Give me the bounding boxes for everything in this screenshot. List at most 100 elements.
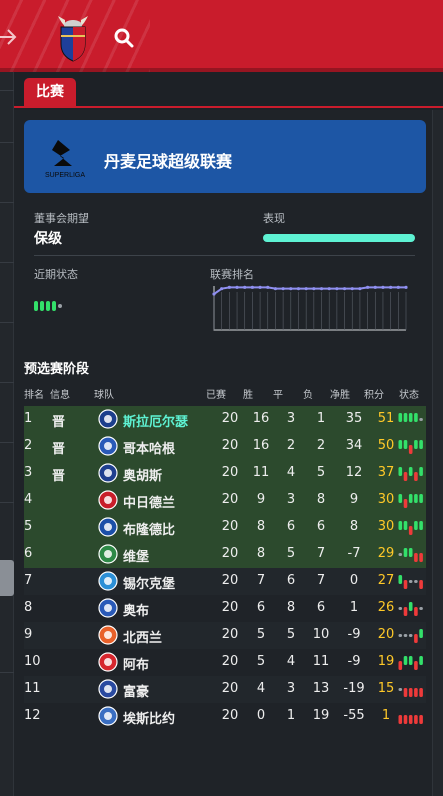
cell-rank: 4 (24, 492, 33, 507)
form-D (419, 607, 423, 610)
form-W (408, 494, 413, 503)
table-row[interactable]: 12 埃斯比约 20 0 1 19 -55 1 (24, 703, 426, 730)
team-form-indicator (398, 602, 423, 616)
tab-bar: 比赛 (14, 72, 443, 108)
table-row[interactable]: 10 阿布 20 5 4 11 -9 19 (24, 649, 426, 676)
form-W (398, 494, 403, 503)
league-card[interactable]: SUPERLIGA 丹麦足球超级联赛 (24, 120, 426, 193)
cell-drawn: 5 (286, 627, 296, 642)
rank-chart-axis (213, 286, 406, 331)
team-form-indicator (398, 413, 423, 422)
cell-team[interactable]: 斯拉厄尔瑟 (123, 411, 188, 430)
performance-bar (263, 234, 415, 242)
cell-team[interactable]: 奥胡斯 (123, 465, 162, 484)
cell-points: 37 (377, 465, 395, 480)
arrow-right-icon[interactable] (0, 24, 20, 50)
team-badge-icon (98, 598, 118, 618)
form-W (408, 467, 413, 476)
cell-team[interactable]: 锡尔克堡 (123, 573, 175, 592)
cell-lost: 6 (316, 600, 326, 615)
cell-gd: -19 (343, 681, 365, 696)
nav-divider (0, 672, 14, 673)
table-row[interactable]: 3 晋 奥胡斯 20 11 4 5 12 37 (24, 460, 426, 487)
cell-played: 20 (221, 438, 239, 453)
team-badge-icon (98, 652, 118, 672)
cell-drawn: 4 (286, 465, 296, 480)
form-W (403, 656, 408, 665)
performance-label: 表现 (263, 212, 285, 225)
form-W (414, 521, 418, 530)
form-L (398, 661, 403, 670)
cell-team[interactable]: 北西兰 (123, 627, 162, 646)
rank-chart-point (250, 285, 254, 289)
table-row[interactable]: 11 富豪 20 4 3 13 -19 15 (24, 676, 426, 703)
table-row[interactable]: 1 晋 斯拉厄尔瑟 20 16 3 1 35 51 (24, 406, 426, 433)
cell-team[interactable]: 布隆德比 (123, 519, 175, 538)
scroll-track[interactable] (432, 110, 443, 796)
team-form-indicator (398, 467, 423, 481)
divider (34, 255, 415, 256)
cell-points: 19 (377, 654, 395, 669)
league-rank-label: 联赛排名 (210, 268, 254, 281)
league-rank-chart (212, 285, 408, 331)
cell-played: 20 (221, 600, 239, 615)
form-W (403, 521, 408, 530)
cell-team[interactable]: 奥布 (123, 600, 149, 619)
cell-drawn: 6 (286, 519, 296, 534)
rank-chart-point (243, 285, 247, 289)
side-drag-handle[interactable] (0, 560, 14, 596)
header-played: 已赛 (206, 390, 226, 401)
rank-chart-point (258, 285, 262, 289)
cell-team[interactable]: 维堡 (123, 546, 149, 565)
table-row[interactable]: 7 锡尔克堡 20 7 6 7 0 27 (24, 568, 426, 595)
cell-team[interactable]: 中日德兰 (123, 492, 175, 511)
table-row[interactable]: 9 北西兰 20 5 5 10 -9 20 (24, 622, 426, 649)
form-W (408, 656, 413, 665)
table-row[interactable]: 2 晋 哥本哈根 20 16 2 2 34 50 (24, 433, 426, 460)
team-form-indicator (398, 656, 423, 670)
cell-lost: 1 (316, 411, 326, 426)
header-gd: 净胜 (330, 390, 350, 401)
form-D (414, 580, 418, 583)
rank-chart-point (227, 285, 231, 289)
form-L (408, 445, 413, 454)
cell-team[interactable]: 富豪 (123, 681, 149, 700)
search-icon[interactable] (114, 28, 134, 48)
cell-won: 8 (256, 519, 266, 534)
form-W (403, 413, 408, 422)
cell-played: 20 (221, 546, 239, 561)
cell-team[interactable]: 阿布 (123, 654, 149, 673)
team-form-indicator (398, 688, 423, 697)
table-row[interactable]: 4 中日德兰 20 9 3 8 9 30 (24, 487, 426, 514)
cell-info: 晋 (52, 469, 66, 484)
form-L (414, 688, 418, 697)
cell-won: 0 (256, 708, 266, 723)
cell-team[interactable]: 埃斯比约 (123, 708, 175, 727)
cell-rank: 12 (24, 708, 41, 723)
team-badge-icon (98, 463, 118, 483)
cell-points: 1 (381, 708, 391, 723)
form-D (398, 688, 403, 691)
nav-divider (0, 202, 14, 203)
team-badge-icon (98, 490, 118, 510)
recent-form-indicator (34, 300, 62, 312)
top-bar (0, 0, 443, 72)
form-L (414, 607, 418, 616)
cell-rank: 8 (24, 600, 33, 615)
recent-result-W (46, 301, 50, 311)
table-row[interactable]: 8 奥布 20 6 8 6 1 26 (24, 595, 426, 622)
cell-points: 30 (377, 519, 395, 534)
cell-lost: 13 (312, 681, 330, 696)
form-W (398, 521, 403, 530)
rank-chart-point (319, 287, 324, 291)
form-W (419, 467, 423, 476)
table-row[interactable]: 5 布隆德比 20 8 6 6 8 30 (24, 514, 426, 541)
header-lost: 负 (303, 390, 313, 401)
cell-team[interactable]: 哥本哈根 (123, 438, 175, 457)
club-crest-icon[interactable] (56, 14, 90, 62)
header-rank: 排名 (24, 390, 44, 401)
tab-matches[interactable]: 比赛 (24, 78, 76, 106)
form-W (419, 656, 423, 665)
table-row[interactable]: 6 维堡 20 8 5 7 -7 29 (24, 541, 426, 568)
rank-chart-point (289, 287, 293, 291)
